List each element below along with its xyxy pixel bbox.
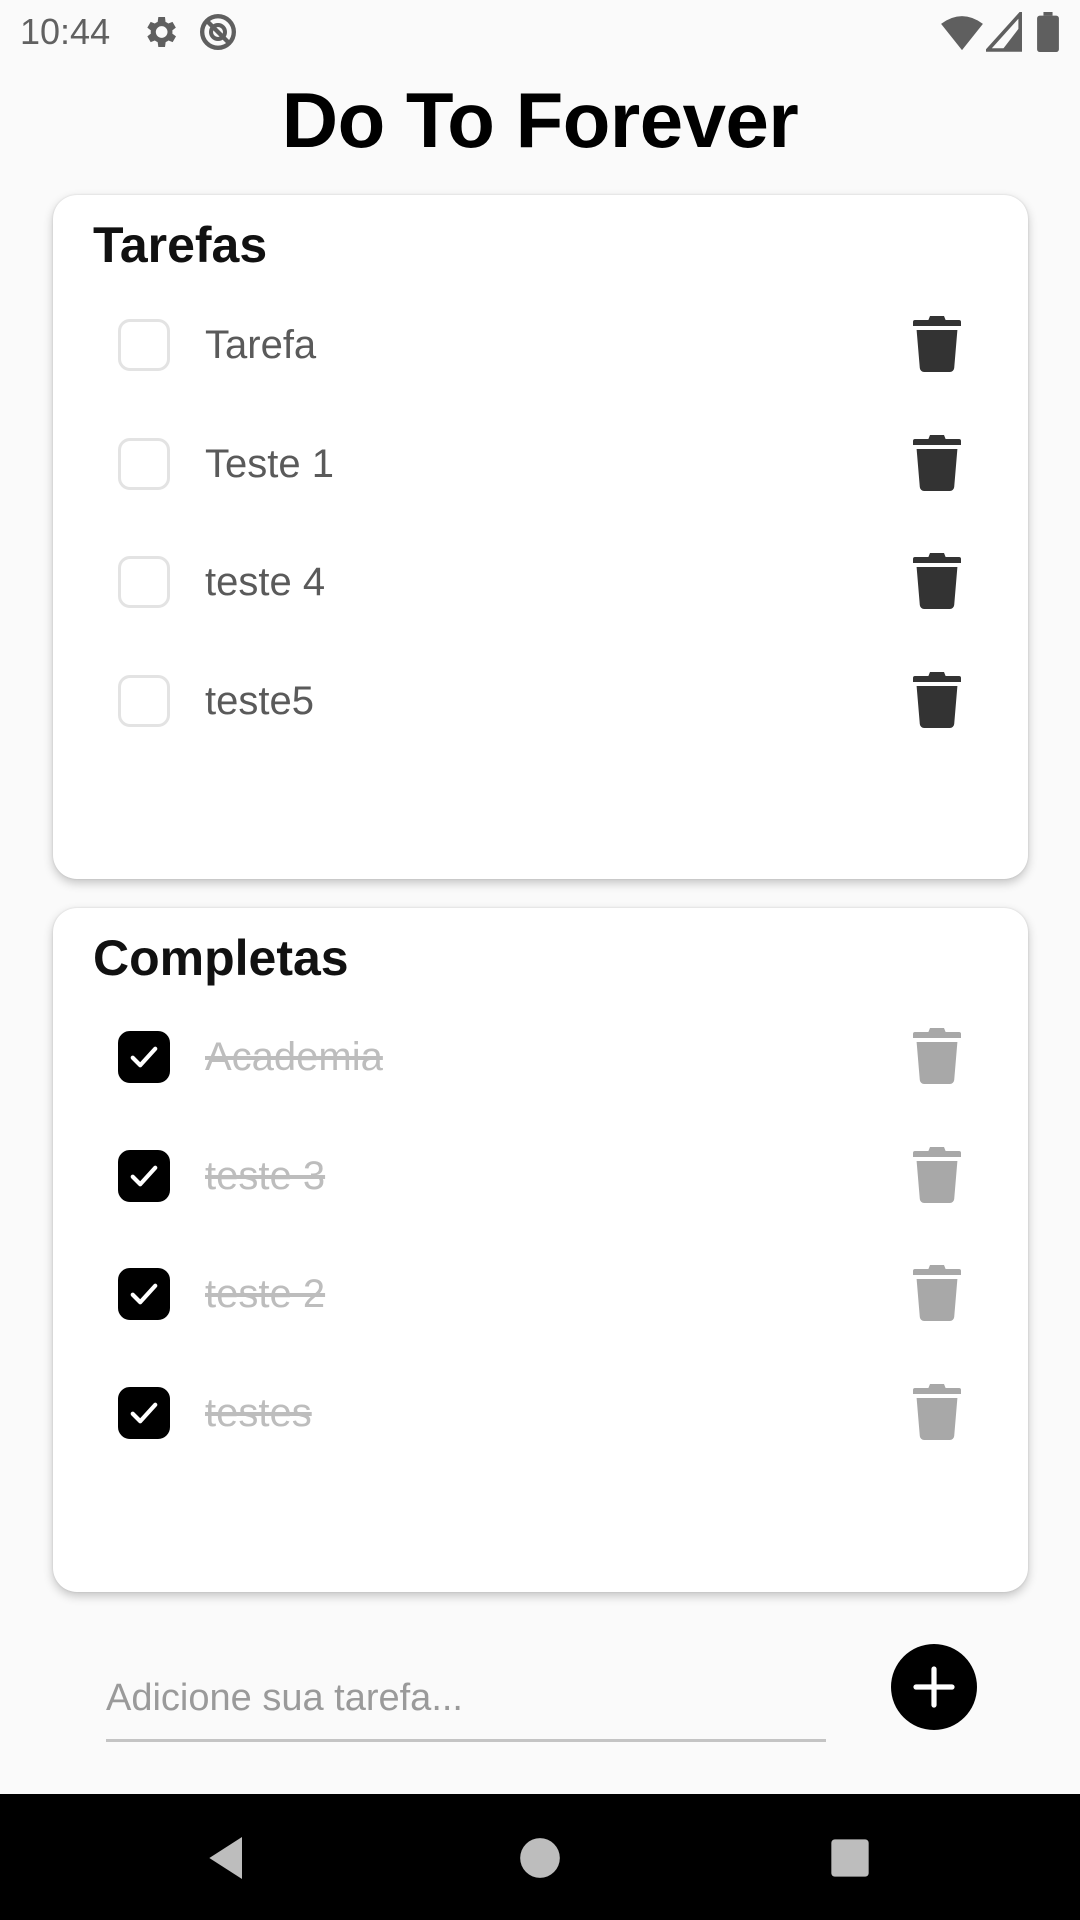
checkmark-icon: [130, 1165, 158, 1187]
trash-icon[interactable]: [913, 553, 961, 609]
task-row: teste5: [53, 651, 1028, 751]
back-icon[interactable]: [200, 1830, 256, 1886]
trash-icon[interactable]: [913, 1265, 961, 1321]
task-row: Tarefa: [53, 295, 1028, 395]
wifi-icon: [941, 16, 983, 51]
battery-icon: [1037, 12, 1059, 52]
task-label: teste 2: [205, 1272, 326, 1316]
task-checkbox[interactable]: [118, 438, 170, 490]
task-checkbox-checked[interactable]: [118, 1268, 170, 1320]
pending-section-title: Tarefas: [93, 217, 268, 273]
app-title: Do To Forever: [281, 76, 799, 164]
do-not-disturb-icon: [200, 14, 236, 50]
add-task-button[interactable]: [891, 1644, 977, 1730]
new-task-input[interactable]: [106, 1658, 826, 1742]
trash-icon[interactable]: [913, 1384, 961, 1440]
checkmark-icon: [130, 1046, 158, 1068]
pending-tasks-card: Tarefas Tarefa Teste 1 teste 4 teste5: [53, 195, 1028, 879]
task-label: teste 4: [205, 560, 326, 604]
task-row: Academia: [53, 1007, 1028, 1107]
trash-icon[interactable]: [913, 1028, 961, 1084]
cell-signal-icon: [986, 12, 1022, 52]
task-checkbox-checked[interactable]: [118, 1150, 170, 1202]
checkmark-icon: [130, 1283, 158, 1305]
trash-icon[interactable]: [913, 316, 961, 372]
recents-icon[interactable]: [822, 1830, 878, 1886]
task-row: teste 2: [53, 1244, 1028, 1344]
system-nav-bar: [0, 1794, 1080, 1920]
task-row: teste 4: [53, 532, 1028, 632]
task-row: testes: [53, 1363, 1028, 1463]
task-label: teste5: [205, 679, 314, 723]
task-row: Teste 1: [53, 414, 1028, 514]
home-icon[interactable]: [512, 1830, 568, 1886]
checkmark-icon: [130, 1402, 158, 1424]
status-bar: 10:44: [0, 0, 1080, 64]
trash-icon[interactable]: [913, 435, 961, 491]
task-checkbox-checked[interactable]: [118, 1031, 170, 1083]
status-time: 10:44: [20, 11, 111, 52]
completed-section-title: Completas: [93, 930, 349, 986]
task-checkbox[interactable]: [118, 556, 170, 608]
settings-gear-icon: [147, 17, 176, 47]
task-label: Tarefa: [205, 323, 317, 367]
task-label: testes: [205, 1391, 312, 1435]
task-label: Teste 1: [205, 442, 334, 486]
trash-icon[interactable]: [913, 1147, 961, 1203]
task-checkbox[interactable]: [118, 319, 170, 371]
plus-icon: [913, 1666, 955, 1708]
task-label: teste 3: [205, 1154, 326, 1198]
app-screen: 10:44 Do To Forever Tarefas Tarefa Teste…: [0, 0, 1080, 1920]
task-checkbox-checked[interactable]: [118, 1387, 170, 1439]
task-row: teste 3: [53, 1126, 1028, 1226]
completed-tasks-card: Completas Academia teste 3 teste 2 teste…: [53, 908, 1028, 1592]
task-checkbox[interactable]: [118, 675, 170, 727]
trash-icon[interactable]: [913, 672, 961, 728]
task-label: Academia: [205, 1035, 383, 1079]
